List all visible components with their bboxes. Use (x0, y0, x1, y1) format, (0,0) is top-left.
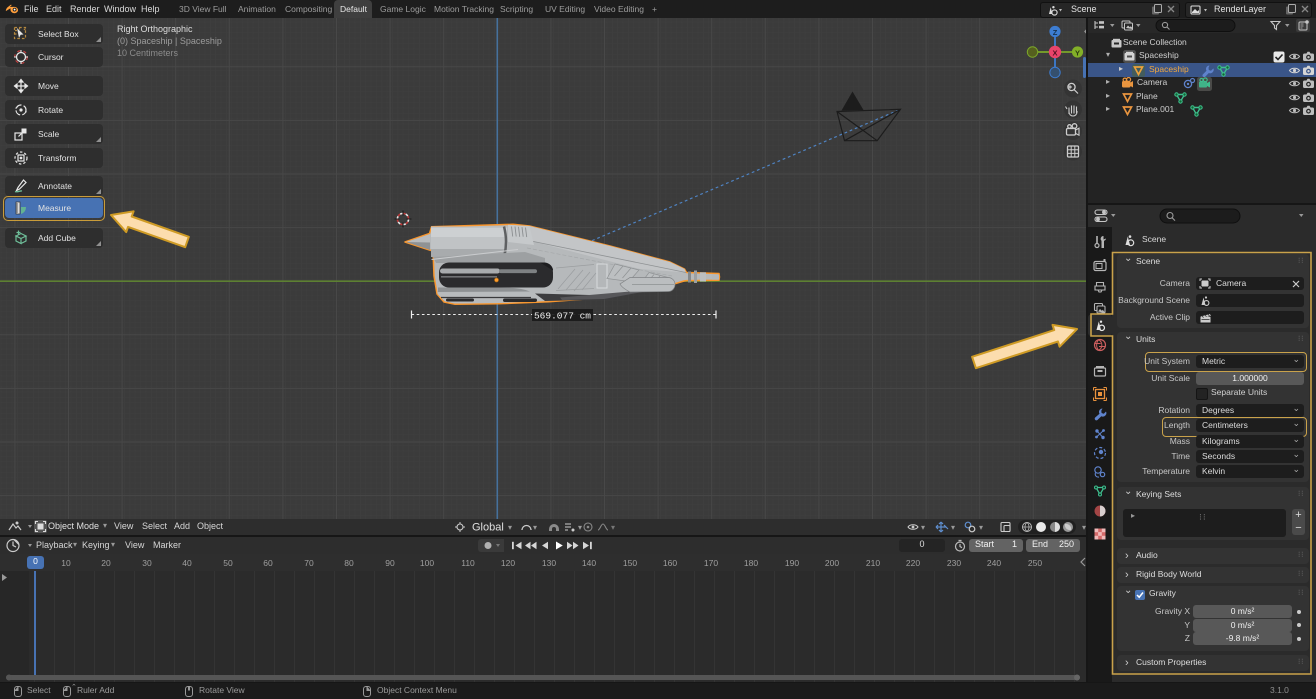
svg-text:▾: ▾ (533, 523, 537, 532)
svg-text:▾: ▾ (578, 523, 582, 532)
svg-text:Z: Z (1053, 28, 1058, 37)
svg-text:Y: Y (1075, 48, 1080, 57)
svg-text:▾: ▾ (921, 523, 925, 532)
svg-text:Global: Global (472, 522, 504, 534)
svg-text:▾: ▾ (951, 523, 955, 532)
svg-text:▾: ▾ (508, 523, 512, 532)
svg-text:▾: ▾ (979, 523, 983, 532)
svg-text:▾: ▾ (611, 523, 615, 532)
svg-text:X: X (1052, 48, 1057, 57)
svg-text:569.077 cm: 569.077 cm (534, 311, 591, 322)
